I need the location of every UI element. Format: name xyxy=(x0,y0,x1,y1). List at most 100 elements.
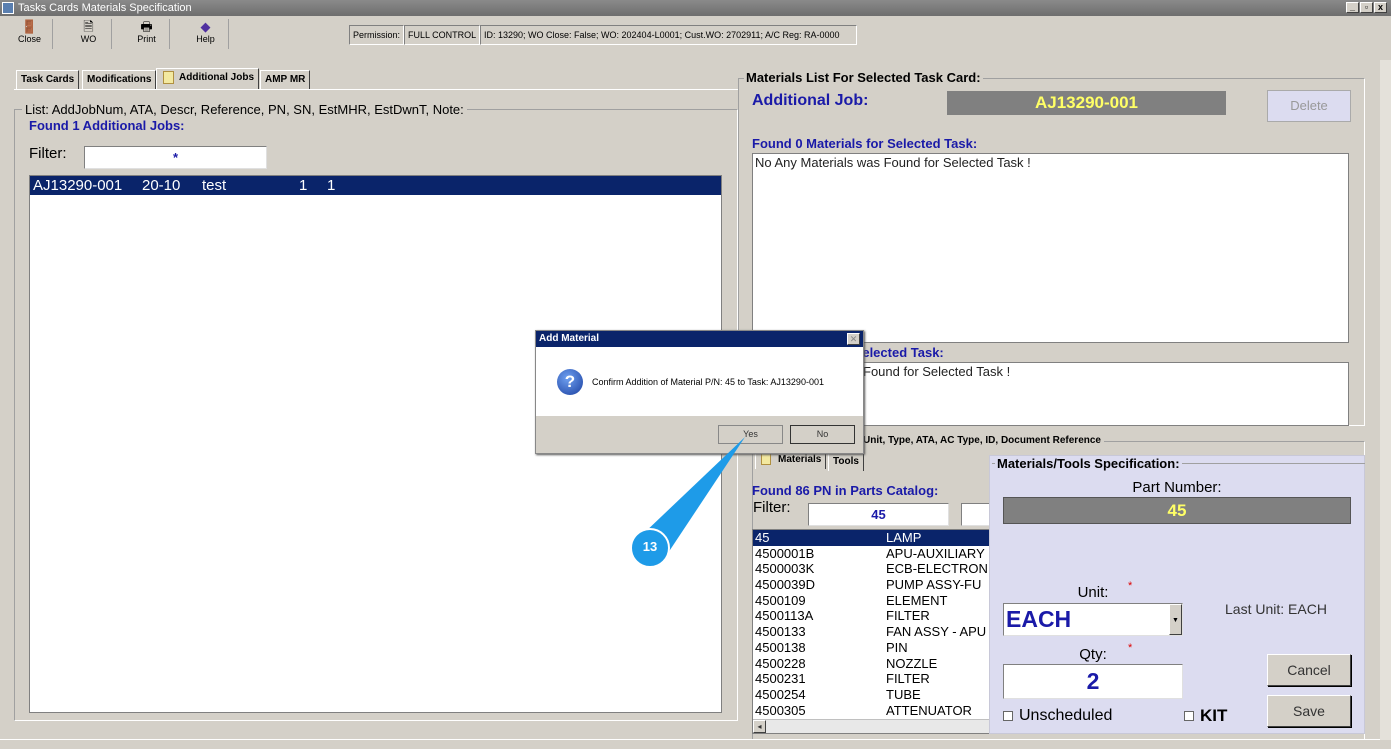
part-number: 4500254 xyxy=(755,686,806,702)
catalog-row[interactable]: 45 LAMP xyxy=(753,530,991,546)
scroll-left-icon[interactable]: ◂ xyxy=(753,720,766,733)
parts-catalog-list[interactable]: 45 LAMP 4500001B APU-AUXILIARY 4500003K ECB-E… xyxy=(752,529,992,734)
part-description: APU-AUXILIARY xyxy=(886,545,985,561)
chevron-down-icon[interactable]: ▼ xyxy=(1169,604,1182,635)
status-bar xyxy=(0,739,1391,749)
catalog-row[interactable]: 4500113A FILTER xyxy=(753,608,991,624)
list-item[interactable]: AJ13290-001 20-10 test 1 1 xyxy=(30,176,721,195)
tools-message: Found for Selected Task ! xyxy=(863,364,1011,379)
door-exit-icon: 🚪 xyxy=(21,19,38,34)
minimize-button[interactable]: _ xyxy=(1346,2,1359,13)
dialog-message: Confirm Addition of Material P/N: 45 to … xyxy=(592,377,824,387)
close-window-button[interactable]: x xyxy=(1374,2,1387,13)
catalog-columns-header: Unit, Type, ATA, AC Type, ID, Document R… xyxy=(860,435,1104,446)
app-icon xyxy=(2,2,14,14)
qty-input[interactable]: 2 xyxy=(1003,664,1183,699)
kit-checkbox[interactable] xyxy=(1184,711,1194,721)
unscheduled-label: Unscheduled xyxy=(1019,707,1113,724)
wo-label: WO xyxy=(80,34,97,44)
work-order-info: ID: 13290; WO Close: False; WO: 202404-L… xyxy=(480,25,857,45)
job-number: AJ13290-001 xyxy=(33,177,123,194)
unscheduled-checkbox[interactable] xyxy=(1003,711,1013,721)
part-description: NOZZLE xyxy=(886,655,938,671)
part-number-label: Part Number: xyxy=(1132,479,1222,496)
materials-textbox[interactable]: No Any Materials was Found for Selected … xyxy=(752,153,1349,343)
catalog-filter-input[interactable]: 45 xyxy=(808,503,949,526)
unit-required-marker: * xyxy=(1128,580,1133,592)
document-icon: 🗎 xyxy=(83,19,94,34)
unit-value: EACH xyxy=(1006,606,1072,632)
materials-message: No Any Materials was Found for Selected … xyxy=(755,155,1031,170)
dialog-body: ? Confirm Addition of Material P/N: 45 t… xyxy=(536,347,863,416)
help-label: Help xyxy=(196,34,215,44)
close-label: Close xyxy=(17,34,41,44)
permission-value: FULL CONTROL xyxy=(404,25,481,45)
catalog-row[interactable]: 4500231 FILTER xyxy=(753,671,991,687)
part-description: ATTENUATOR xyxy=(886,702,972,718)
catalog-row[interactable]: 4500133 FAN ASSY - APU xyxy=(753,624,991,640)
print-label: Print xyxy=(137,34,156,44)
restore-button[interactable]: ▫ xyxy=(1360,2,1373,13)
catalog-row[interactable]: 4500039D PUMP ASSY-FU xyxy=(753,577,991,593)
horizontal-scrollbar[interactable]: ◂ xyxy=(753,719,991,733)
catalog-row[interactable]: 4500138 PIN xyxy=(753,640,991,656)
part-number: 4500113A xyxy=(755,608,814,624)
additional-job-label: Additional Job: xyxy=(752,92,869,109)
printer-icon: 🖶 xyxy=(140,19,153,34)
delete-button[interactable]: Delete xyxy=(1267,90,1351,122)
help-button[interactable]: ◆ Help xyxy=(183,19,229,49)
catalog-row[interactable]: 4500254 TUBE xyxy=(753,687,991,703)
vertical-scrollbar[interactable] xyxy=(1380,60,1391,740)
permission-label: Permission: xyxy=(349,25,405,45)
cancel-button[interactable]: Cancel xyxy=(1267,654,1351,686)
tab-strip-line xyxy=(14,89,738,90)
part-description: FILTER xyxy=(886,671,930,687)
unit-select[interactable]: EACH ▼ xyxy=(1003,603,1183,636)
part-description: LAMP xyxy=(886,530,922,545)
print-button[interactable]: 🖶 Print xyxy=(124,19,170,49)
close-button[interactable]: 🚪 Close xyxy=(7,19,53,49)
part-description: FAN ASSY - APU xyxy=(886,624,987,640)
part-number: 4500228 xyxy=(755,655,806,671)
catalog-row[interactable]: 4500109 ELEMENT xyxy=(753,593,991,609)
job-descr: test xyxy=(202,177,227,194)
help-book-icon: ◆ xyxy=(200,19,211,34)
tab-amp-mr[interactable]: AMP MR xyxy=(260,70,311,89)
part-description: ELEMENT xyxy=(886,592,948,608)
part-number: 4500231 xyxy=(755,671,806,687)
part-number: 4500039D xyxy=(755,577,815,593)
found-jobs-count: Found 1 Additional Jobs: xyxy=(29,118,185,133)
no-button[interactable]: No xyxy=(790,425,855,444)
filter-label: Filter: xyxy=(29,145,67,162)
part-description: PIN xyxy=(886,639,908,655)
tab-task-cards[interactable]: Task Cards xyxy=(16,70,80,89)
part-number: 4500003K xyxy=(755,561,815,577)
wo-button[interactable]: 🗎 WO xyxy=(66,19,112,49)
jobs-filter-input[interactable]: * xyxy=(84,146,267,169)
save-button[interactable]: Save xyxy=(1267,695,1351,727)
question-icon: ? xyxy=(557,369,583,395)
materials-found-count: Found 0 Materials for Selected Task: xyxy=(752,136,978,151)
window-title: Tasks Cards Materials Specification xyxy=(18,2,192,14)
tab-modifications[interactable]: Modifications xyxy=(82,70,157,89)
tab-tools[interactable]: Tools xyxy=(828,452,864,471)
part-description: FILTER xyxy=(886,608,930,624)
additional-job-value: AJ13290-001 xyxy=(947,91,1226,115)
part-description: ECB-ELECTRON xyxy=(886,561,988,577)
tab-materials-label: Materials xyxy=(778,454,822,465)
dialog-close-icon[interactable]: ✕ xyxy=(847,333,860,345)
part-number: 4500305 xyxy=(755,702,806,718)
catalog-row[interactable]: 4500001B APU-AUXILIARY xyxy=(753,546,991,562)
catalog-row[interactable]: 4500003K ECB-ELECTRON xyxy=(753,561,991,577)
tab-additional-jobs-label: Additional Jobs xyxy=(179,72,254,83)
dialog-title-bar: Add Material xyxy=(536,331,863,347)
notepad-icon xyxy=(163,71,174,84)
part-number-value: 45 xyxy=(1003,497,1351,524)
job-ata: 20-10 xyxy=(142,177,181,194)
part-number: 4500138 xyxy=(755,639,806,655)
catalog-row[interactable]: 4500305 ATTENUATOR xyxy=(753,703,991,719)
kit-label: KIT xyxy=(1200,706,1228,725)
last-unit-text: Last Unit: EACH xyxy=(1225,601,1327,617)
catalog-row[interactable]: 4500228 NOZZLE xyxy=(753,656,991,672)
job-est-dwnt: 1 xyxy=(327,177,336,194)
